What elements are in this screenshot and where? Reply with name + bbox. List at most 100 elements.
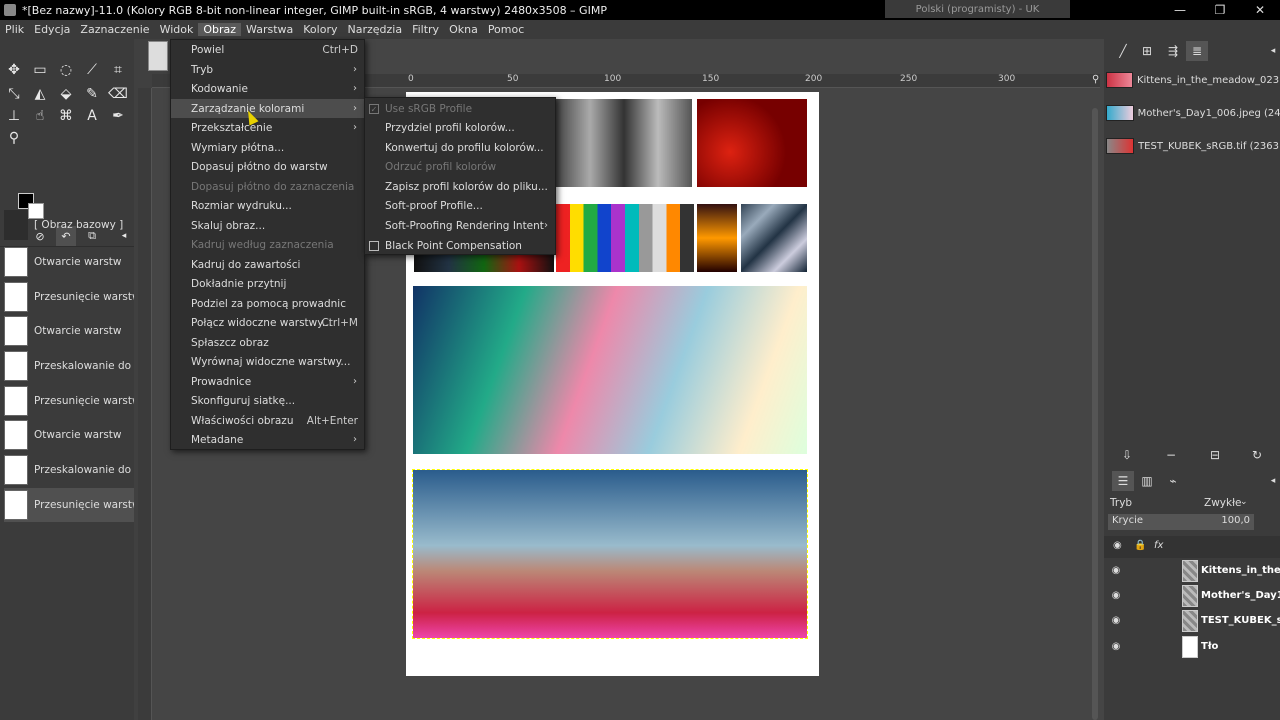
menu-zaznaczenie[interactable]: Zaznaczenie xyxy=(75,23,154,36)
paintbrush-icon[interactable]: ✎ xyxy=(82,84,102,104)
new-display-icon[interactable]: ⊟ xyxy=(1204,445,1226,465)
patterns-tab-icon[interactable]: ⊞ xyxy=(1136,41,1158,61)
bucket-fill-icon[interactable]: ⬙ xyxy=(56,84,76,104)
menu-obraz[interactable]: Obraz xyxy=(198,23,242,36)
text-tool-icon[interactable]: A xyxy=(82,106,102,126)
menu-narzedzia[interactable]: Narzędzia xyxy=(342,23,407,36)
menu-item-podziel-prowadnice[interactable]: Podziel za pomocą prowadnic xyxy=(171,294,364,313)
history-item[interactable]: Przesunięcie warstwy xyxy=(4,384,134,418)
opacity-slider[interactable]: Krycie 100,0 xyxy=(1108,514,1254,530)
history-item[interactable]: Przesunięcie warstwy xyxy=(4,280,134,314)
menu-item-tryb[interactable]: Tryb › xyxy=(171,60,364,79)
eye-icon[interactable]: ◉ xyxy=(1106,641,1126,652)
menu-item-soft-proofing-intent[interactable]: Soft-Proofing Rendering Intent › xyxy=(365,216,555,235)
menu-item-black-point-compensation[interactable]: Black Point Compensation xyxy=(365,236,555,255)
menu-filtry[interactable]: Filtry xyxy=(407,23,444,36)
eye-icon[interactable]: ◉ xyxy=(1106,615,1126,626)
menu-item-splaszcz-obraz[interactable]: Spłaszcz obraz xyxy=(171,333,364,352)
warp-icon[interactable]: ◭ xyxy=(30,84,50,104)
layer-row[interactable]: ◉ Tło xyxy=(1106,634,1280,659)
path-icon[interactable]: ⌘ xyxy=(56,106,76,126)
menu-item-wymiary-plotna[interactable]: Wymiary płótna... xyxy=(171,138,364,157)
zoom-icon[interactable]: ⚲ xyxy=(4,128,24,148)
menu-item-konwertuj-profil[interactable]: Konwertuj do profilu kolorów... xyxy=(365,138,555,157)
image-tab-thumbnail[interactable] xyxy=(148,41,168,71)
layer-row[interactable]: ◉ Mother's_Day1_0 xyxy=(1106,583,1280,608)
history-item[interactable]: Otwarcie warstw xyxy=(4,418,134,452)
history-thumb xyxy=(4,210,28,240)
color-picker-icon[interactable]: ✒ xyxy=(108,106,128,126)
paths-tab-icon[interactable]: ⌁ xyxy=(1162,471,1184,491)
menu-item-rozmiar-wydruku[interactable]: Rozmiar wydruku... xyxy=(171,196,364,215)
refresh-icon[interactable]: ↻ xyxy=(1246,445,1268,465)
menu-edycja[interactable]: Edycja xyxy=(29,23,75,36)
channels-tab-icon[interactable]: ▥ xyxy=(1136,471,1158,491)
menu-kolory[interactable]: Kolory xyxy=(298,23,342,36)
image-list-item[interactable]: Mother's_Day1_006.jpeg (2480 xyxy=(1106,99,1280,127)
menu-item-skaluj-obraz[interactable]: Skaluj obraz... xyxy=(171,216,364,235)
language-indicator[interactable]: Polski (programisty) - UK xyxy=(885,0,1070,18)
menu-pomoc[interactable]: Pomoc xyxy=(483,23,529,36)
menu-item-prowadnice[interactable]: Prowadnice › xyxy=(171,372,364,391)
menu-item-skonfiguruj-siatke[interactable]: Skonfiguruj siatkę... xyxy=(171,391,364,410)
menu-item-wlasciwosci-obrazu[interactable]: Właściwości obrazu Alt+Enter xyxy=(171,411,364,430)
history-label: Otwarcie warstw xyxy=(34,325,122,337)
layers-dock-menu-icon[interactable]: ◂ xyxy=(1262,471,1280,491)
image-list-item[interactable]: TEST_KUBEK_sRGB.tif (2363 × xyxy=(1106,132,1280,160)
lasso-icon[interactable]: ◌ xyxy=(56,60,76,80)
menu-item-wyrownaj-widoczne-warstwy[interactable]: Wyrównaj widoczne warstwy... xyxy=(171,352,364,371)
images-list-tab-icon[interactable]: ≣ xyxy=(1186,41,1208,61)
menu-item-przydziel-profil[interactable]: Przydziel profil kolorów... xyxy=(365,118,555,137)
brushes-tab-icon[interactable]: ╱ xyxy=(1112,41,1134,61)
menu-widok[interactable]: Widok xyxy=(155,23,199,36)
minimize-icon[interactable]: — xyxy=(1160,0,1200,20)
layers-tab-icon[interactable]: ☰ xyxy=(1112,471,1134,491)
move-tool-icon[interactable]: ✥ xyxy=(4,60,24,80)
checkbox-icon[interactable] xyxy=(369,240,379,251)
open-image-icon[interactable]: ⇩ xyxy=(1116,445,1138,465)
history-item[interactable]: Przeskalowanie do 23 xyxy=(4,349,134,383)
menu-item-kodowanie[interactable]: Kodowanie › xyxy=(171,79,364,98)
rect-select-icon[interactable]: ▭ xyxy=(30,60,50,80)
menu-item-kadruj-do-zawartosci[interactable]: Kadruj do zawartości xyxy=(171,255,364,274)
menu-item-przeksztalcenie[interactable]: Przekształcenie › xyxy=(171,118,364,137)
crop-icon[interactable]: ⌗ xyxy=(108,60,128,80)
menu-item-soft-proof-profile[interactable]: Soft-proof Profile... xyxy=(365,196,555,215)
maximize-icon[interactable]: ❐ xyxy=(1200,0,1240,20)
menu-plik[interactable]: Plik xyxy=(0,23,29,36)
menu-item-dopasuj-plotno-do-warstw[interactable]: Dopasuj płótno do warstw xyxy=(171,157,364,176)
history-item[interactable]: Otwarcie warstw xyxy=(4,314,134,348)
fonts-tab-icon[interactable]: ⇶ xyxy=(1162,41,1184,61)
vertical-scrollbar[interactable] xyxy=(1092,108,1098,720)
mode-select[interactable]: Zwykłe xyxy=(1204,497,1242,509)
chevron-down-icon[interactable]: ⌄ xyxy=(1240,497,1248,507)
menu-item-metadane[interactable]: Metadane › xyxy=(171,430,364,449)
history-item[interactable]: [ Obraz bazowy ] xyxy=(4,208,134,242)
eye-icon[interactable]: ◉ xyxy=(1106,565,1126,576)
menu-item-zarzadzanie-kolorami[interactable]: Zarządzanie kolorami › xyxy=(171,99,364,118)
dock-menu-icon[interactable]: ◂ xyxy=(1262,41,1280,61)
smudge-icon[interactable]: ☝ xyxy=(30,106,50,126)
menu-warstwa[interactable]: Warstwa xyxy=(241,23,298,36)
layer-row[interactable]: ◉ Kittens_in_the_m xyxy=(1106,558,1280,583)
menu-item-zapisz-profil[interactable]: Zapisz profil kolorów do pliku... xyxy=(365,177,555,196)
image-list-item[interactable]: Kittens_in_the_meadow_023.jpe xyxy=(1106,66,1280,94)
menu-item-powiel[interactable]: Powiel Ctrl+D xyxy=(171,40,364,59)
zoom-search-icon[interactable]: ⚲ xyxy=(1092,74,1102,88)
fuzzy-select-icon[interactable]: ⟋ xyxy=(82,60,102,80)
menu-item-dokladnie-przytnij[interactable]: Dokładnie przytnij xyxy=(171,274,364,293)
layer-row[interactable]: ◉ TEST_KUBEK_sRG xyxy=(1106,608,1280,633)
history-item[interactable]: Przeskalowanie do 23 xyxy=(4,453,134,487)
menu-item-polacz-widoczne-warstwy[interactable]: Połącz widoczne warstwy... Ctrl+M xyxy=(171,313,364,332)
eye-icon[interactable]: ◉ xyxy=(1106,590,1126,601)
remove-image-icon[interactable]: − xyxy=(1160,445,1182,465)
history-item[interactable]: Otwarcie warstw xyxy=(4,245,134,279)
transform-icon[interactable]: ⤡ xyxy=(4,84,24,104)
eraser-icon[interactable]: ⌫ xyxy=(108,84,128,104)
menu-okna[interactable]: Okna xyxy=(444,23,483,36)
close-icon[interactable]: ✕ xyxy=(1240,0,1280,20)
history-item[interactable]: Przesunięcie warstwy xyxy=(4,488,134,522)
layer-name: Kittens_in_the_m xyxy=(1201,565,1280,576)
image-thumb xyxy=(1106,72,1133,88)
clone-icon[interactable]: ⊥ xyxy=(4,106,24,126)
